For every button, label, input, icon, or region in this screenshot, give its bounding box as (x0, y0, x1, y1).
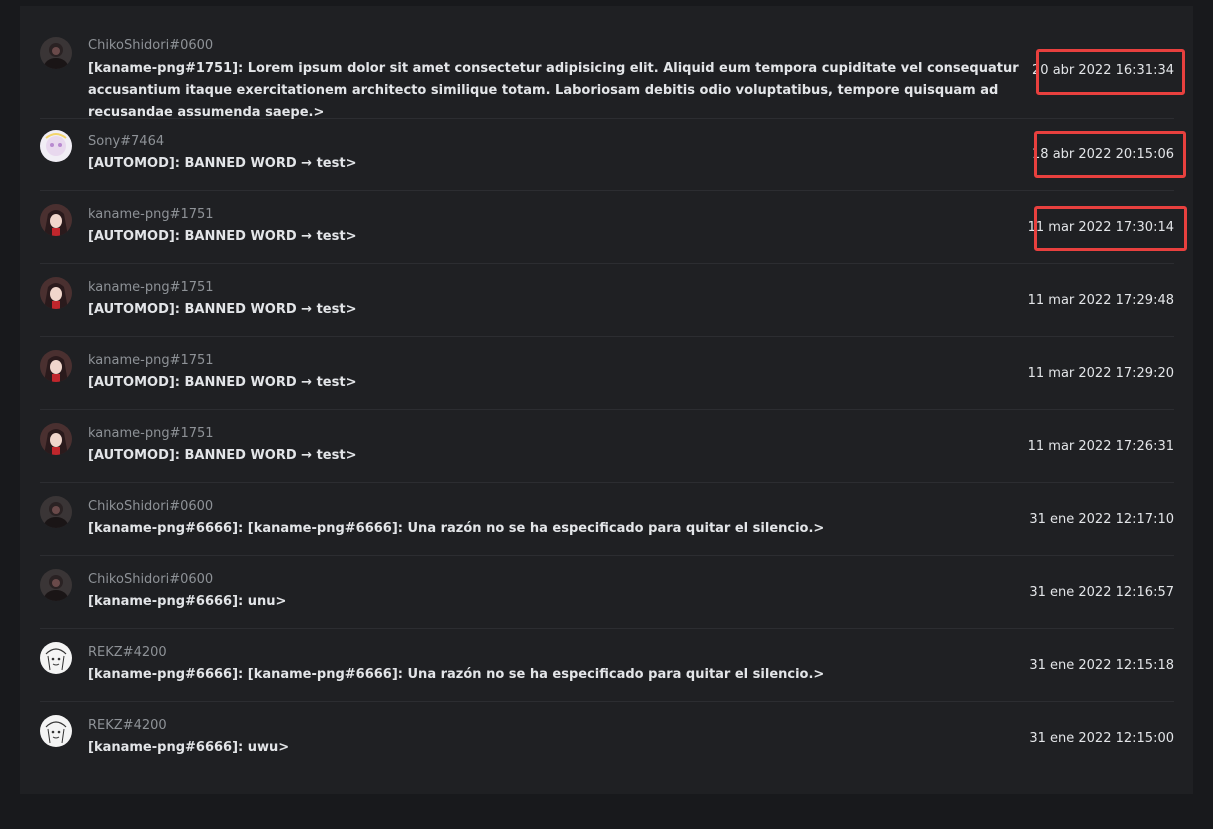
message-text: [kaname-png#6666]: [kaname-png#6666]: Un… (88, 521, 825, 536)
anime-girl-avatar-icon[interactable] (40, 423, 72, 455)
message-text: [kaname-png#6666]: unu> (88, 594, 287, 609)
username: REKZ#4200 (88, 645, 167, 660)
list-item: kaname-png#1751 [AUTOMOD]: BANNED WORD →… (40, 337, 1174, 410)
timestamp: 31 ene 2022 12:17:10 (1029, 512, 1174, 527)
timestamp: 31 ene 2022 12:15:00 (1029, 731, 1174, 746)
timestamp-highlight-box (1036, 49, 1185, 95)
username: Sony#7464 (88, 134, 165, 149)
message-text: [AUTOMOD]: BANNED WORD → test> (88, 156, 357, 171)
light-anime-avatar-icon[interactable] (40, 130, 72, 162)
username: ChikoShidori#0600 (88, 38, 214, 53)
username: REKZ#4200 (88, 718, 167, 733)
timestamp: 11 mar 2022 17:26:31 (1027, 439, 1174, 454)
list-item: kaname-png#1751 [AUTOMOD]: BANNED WORD →… (40, 191, 1174, 264)
message-text: [AUTOMOD]: BANNED WORD → test> (88, 375, 357, 390)
list-item: REKZ#4200 [kaname-png#6666]: uwu> 31 ene… (40, 702, 1174, 774)
timestamp-highlight-box (1034, 206, 1187, 251)
message-text: [kaname-png#1751]: Lorem ipsum dolor sit… (88, 61, 1019, 120)
audit-log-panel: ChikoShidori#0600 [kaname-png#1751]: Lor… (20, 6, 1193, 794)
anime-girl-avatar-icon[interactable] (40, 204, 72, 236)
username: ChikoShidori#0600 (88, 499, 214, 514)
message-text: [AUTOMOD]: BANNED WORD → test> (88, 302, 357, 317)
list-item: REKZ#4200 [kaname-png#6666]: [kaname-png… (40, 629, 1174, 702)
username: ChikoShidori#0600 (88, 572, 214, 587)
message-text: [AUTOMOD]: BANNED WORD → test> (88, 448, 357, 463)
username: kaname-png#1751 (88, 280, 214, 295)
list-item: kaname-png#1751 [AUTOMOD]: BANNED WORD →… (40, 410, 1174, 483)
timestamp-highlight-box (1034, 131, 1186, 178)
dark-avatar-icon[interactable] (40, 496, 72, 528)
username: kaname-png#1751 (88, 426, 214, 441)
message-text: [AUTOMOD]: BANNED WORD → test> (88, 229, 357, 244)
dark-avatar-icon[interactable] (40, 569, 72, 601)
anime-girl-avatar-icon[interactable] (40, 277, 72, 309)
list-item: ChikoShidori#0600 [kaname-png#1751]: Lor… (40, 32, 1174, 120)
username: kaname-png#1751 (88, 207, 214, 222)
message-text: [kaname-png#6666]: [kaname-png#6666]: Un… (88, 667, 825, 682)
anime-girl-avatar-icon[interactable] (40, 350, 72, 382)
dark-avatar-icon[interactable] (40, 37, 72, 69)
timestamp: 11 mar 2022 17:29:20 (1027, 366, 1174, 381)
sketch-avatar-icon[interactable] (40, 715, 72, 747)
list-item: ChikoShidori#0600 [kaname-png#6666]: [ka… (40, 483, 1174, 556)
timestamp: 11 mar 2022 17:29:48 (1027, 293, 1174, 308)
timestamp: 31 ene 2022 12:15:18 (1029, 658, 1174, 673)
sketch-avatar-icon[interactable] (40, 642, 72, 674)
message-text: [kaname-png#6666]: uwu> (88, 740, 290, 755)
timestamp: 31 ene 2022 12:16:57 (1029, 585, 1174, 600)
list-item: Sony#7464 [AUTOMOD]: BANNED WORD → test>… (40, 118, 1174, 191)
list-item: ChikoShidori#0600 [kaname-png#6666]: unu… (40, 556, 1174, 629)
list-item: kaname-png#1751 [AUTOMOD]: BANNED WORD →… (40, 264, 1174, 337)
username: kaname-png#1751 (88, 353, 214, 368)
